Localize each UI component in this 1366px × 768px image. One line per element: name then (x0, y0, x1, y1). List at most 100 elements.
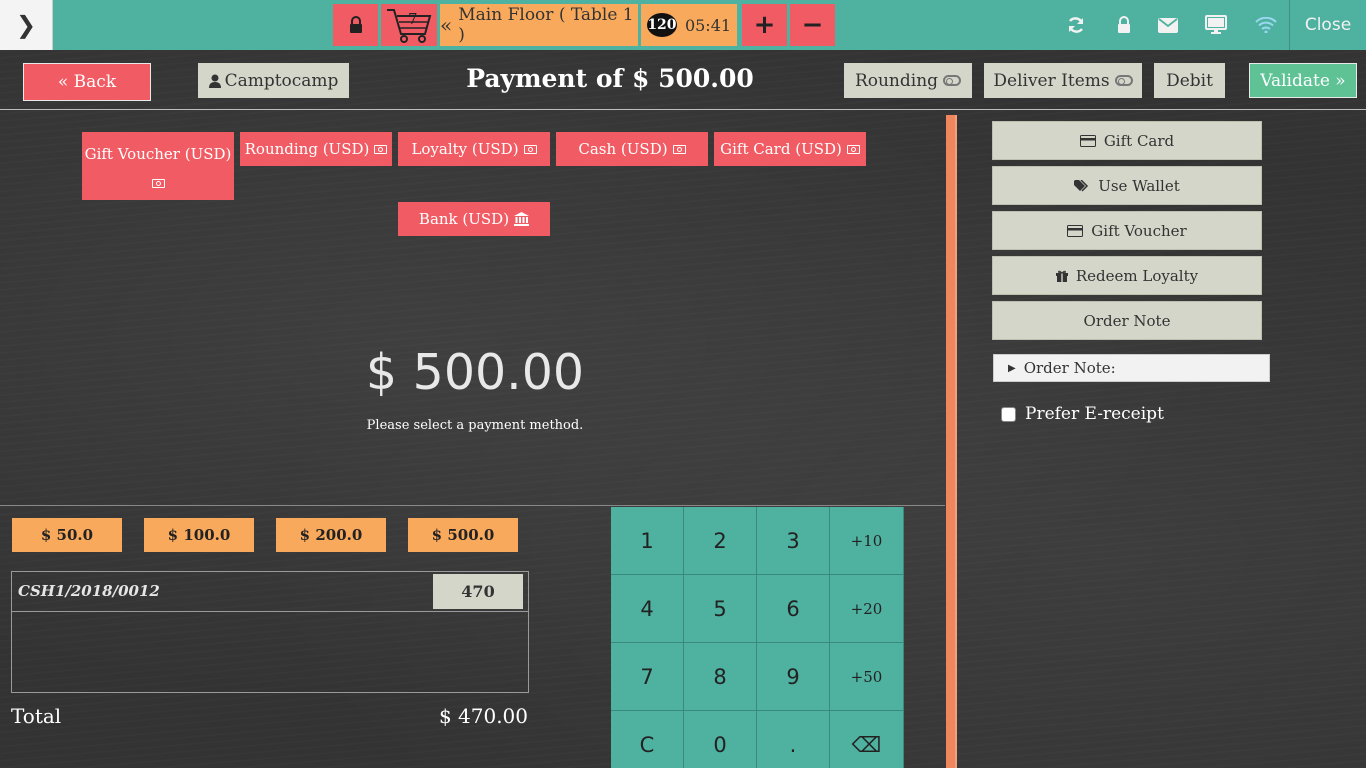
remove-order-button[interactable]: − (790, 4, 835, 46)
order-time-button[interactable]: 120 05:41 (641, 4, 737, 46)
cart-button[interactable]: 7 (381, 4, 437, 46)
payment-method-cash[interactable]: Cash (USD) (556, 132, 708, 166)
numpad-key-0[interactable]: 0 (684, 711, 757, 768)
money-icon (523, 144, 537, 154)
validate-button[interactable]: Validate » (1249, 63, 1357, 98)
numpad-key-dot[interactable]: . (757, 711, 830, 768)
gift-voucher-button[interactable]: Gift Voucher (992, 211, 1262, 250)
bank-icon (514, 212, 530, 226)
toggle-off-icon (943, 75, 962, 86)
order-note-field[interactable]: ▶ Order Note: (993, 354, 1270, 382)
user-icon (208, 74, 221, 88)
validate-label: Validate » (1260, 70, 1346, 91)
numpad-key-plus10[interactable]: +10 (830, 507, 904, 575)
back-label: « Back (57, 72, 117, 92)
payment-line-amount[interactable]: 470 (433, 574, 523, 609)
order-note-button[interactable]: Order Note (992, 301, 1262, 340)
order-note-label: Order Note (1083, 311, 1171, 330)
money-icon (672, 144, 686, 154)
payment-method-label: Gift Voucher (USD) (84, 144, 232, 163)
credit-card-icon (1067, 224, 1084, 237)
quick-amount-200[interactable]: $ 200.0 (276, 518, 386, 552)
caret-right-icon: ▶ (1008, 362, 1016, 374)
numpad-key-plus20[interactable]: +20 (830, 575, 904, 643)
numpad-key-5[interactable]: 5 (684, 575, 757, 643)
minus-icon: − (801, 10, 824, 40)
payment-method-label: Loyalty (USD) (411, 140, 519, 158)
gift-card-label: Gift Card (1103, 131, 1175, 150)
toggle-off-icon (1114, 75, 1133, 86)
numpad-key-7[interactable]: 7 (611, 643, 684, 711)
numpad-key-1[interactable]: 1 (611, 507, 684, 575)
payment-method-rounding[interactable]: Rounding (USD) (240, 132, 392, 166)
payment-method-label: Rounding (USD) (244, 140, 370, 158)
close-button[interactable]: Close (1289, 0, 1366, 50)
rounding-label: Rounding (854, 70, 939, 91)
add-order-button[interactable]: + (742, 4, 787, 46)
back-button[interactable]: « Back (23, 63, 151, 101)
sync-icon[interactable] (1064, 13, 1088, 37)
total-value: $ 470.00 (438, 704, 528, 728)
numpad-key-plus50[interactable]: +50 (830, 643, 904, 711)
section-divider (0, 505, 945, 506)
double-chevron-left-icon: « (440, 13, 453, 37)
debit-button[interactable]: Debit (1154, 63, 1225, 98)
gift-card-button[interactable]: Gift Card (992, 121, 1262, 160)
payment-method-gift-voucher[interactable]: Gift Voucher (USD) (82, 132, 234, 200)
order-note-field-label: Order Note: (1023, 359, 1116, 377)
envelope-icon[interactable] (1156, 13, 1180, 37)
order-time: 05:41 (684, 15, 732, 35)
deliver-items-button[interactable]: Deliver Items (984, 63, 1142, 98)
payment-hint: Please select a payment method. (366, 418, 584, 433)
money-icon (151, 178, 165, 188)
use-wallet-button[interactable]: Use Wallet (992, 166, 1262, 205)
monitor-icon[interactable] (1204, 13, 1228, 37)
redeem-loyalty-label: Redeem Loyalty (1075, 266, 1199, 285)
payment-line-row[interactable]: CSH1/2018/0012 470 (12, 572, 528, 612)
numpad: 1 2 3 +10 4 5 6 +20 7 8 9 +50 C 0 . ⌫ (611, 507, 904, 768)
payment-method-label: Bank (USD) (418, 210, 510, 228)
due-amount: $ 500.00 (365, 344, 585, 401)
numpad-key-6[interactable]: 6 (757, 575, 830, 643)
gift-icon (1055, 270, 1068, 282)
plus-icon: + (753, 10, 776, 40)
customer-button[interactable]: Camptocamp (198, 63, 349, 98)
lock-icon (349, 16, 362, 33)
orders-count-badge: 120 (646, 13, 677, 37)
use-wallet-label: Use Wallet (1098, 176, 1180, 195)
numpad-key-2[interactable]: 2 (684, 507, 757, 575)
prefer-ereceipt-label: Prefer E-receipt (1025, 404, 1164, 424)
gift-voucher-label: Gift Voucher (1091, 221, 1187, 240)
debit-label: Debit (1166, 70, 1213, 91)
total-label: Total (11, 704, 62, 728)
numpad-key-9[interactable]: 9 (757, 643, 830, 711)
numpad-key-8[interactable]: 8 (684, 643, 757, 711)
prefer-ereceipt-checkbox[interactable] (1001, 406, 1016, 422)
floor-table-button[interactable]: « Main Floor ( Table 1 ) (440, 4, 638, 46)
payment-method-label: Gift Card (USD) (720, 140, 842, 158)
prefer-ereceipt-option[interactable]: Prefer E-receipt (1001, 404, 1164, 424)
numpad-key-3[interactable]: 3 (757, 507, 830, 575)
numpad-key-4[interactable]: 4 (611, 575, 684, 643)
lock-icon[interactable] (1112, 13, 1136, 37)
sidebar-toggle-button[interactable]: ❯ (0, 0, 53, 50)
quick-amount-500[interactable]: $ 500.0 (408, 518, 518, 552)
redeem-loyalty-button[interactable]: Redeem Loyalty (992, 256, 1262, 295)
rounding-button[interactable]: Rounding (844, 63, 972, 98)
cart-count: 7 (408, 10, 418, 28)
payment-method-loyalty[interactable]: Loyalty (USD) (398, 132, 550, 166)
panel-scrollbar[interactable] (946, 115, 957, 768)
lock-screen-button[interactable] (333, 4, 378, 46)
payment-method-bank[interactable]: Bank (USD) (398, 202, 550, 236)
quick-amount-50[interactable]: $ 50.0 (12, 518, 122, 552)
money-icon (374, 144, 388, 154)
numpad-key-clear[interactable]: C (611, 711, 684, 768)
backspace-icon[interactable]: ⌫ (830, 711, 904, 768)
payment-method-gift-card[interactable]: Gift Card (USD) (714, 132, 866, 166)
floor-label: Main Floor ( Table 1 ) (458, 5, 634, 45)
wifi-icon (1254, 13, 1278, 37)
payment-line-name: CSH1/2018/0012 (18, 582, 160, 600)
quick-amount-100[interactable]: $ 100.0 (144, 518, 254, 552)
credit-card-icon (1079, 134, 1096, 147)
customer-label: Camptocamp (224, 70, 339, 91)
